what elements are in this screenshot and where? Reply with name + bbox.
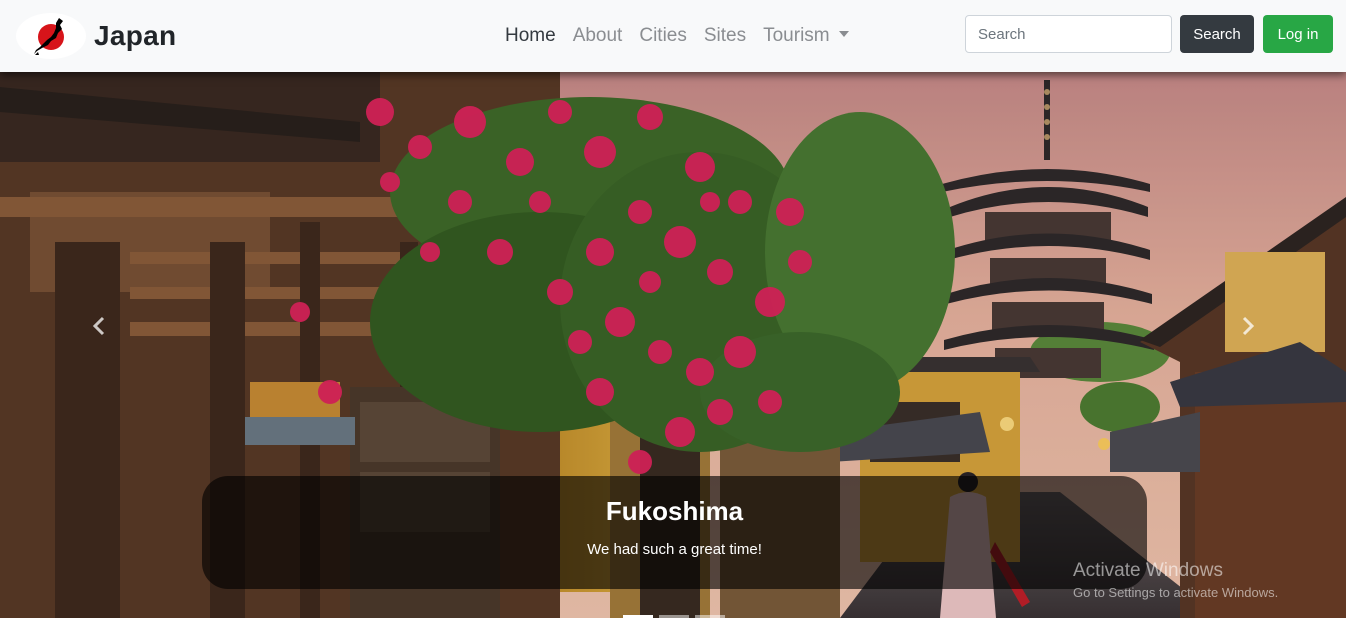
nav-tourism-dropdown[interactable]: Tourism	[763, 25, 849, 47]
caret-down-icon	[838, 31, 849, 37]
search-button[interactable]: Search	[1180, 15, 1254, 53]
nav-tourism-label: Tourism	[763, 25, 830, 46]
japan-map-flag-icon[interactable]	[16, 13, 86, 59]
chevron-right-icon	[1242, 316, 1255, 336]
navbar: Japan Home About Cities Sites Tourism Se…	[0, 0, 1346, 72]
nav-sites[interactable]: Sites	[704, 25, 746, 47]
watermark-title: Activate Windows	[1073, 560, 1223, 581]
chevron-left-icon	[92, 316, 105, 336]
watermark-subtitle: Go to Settings to activate Windows.	[1073, 585, 1279, 600]
nav-about[interactable]: About	[573, 25, 623, 47]
caption-text: We had such a great time!	[587, 541, 762, 558]
nav-home[interactable]: Home	[505, 25, 556, 47]
brand-name[interactable]: Japan	[94, 20, 176, 52]
search-input[interactable]	[965, 15, 1172, 53]
nav-cities[interactable]: Cities	[639, 25, 687, 47]
brand[interactable]: Japan	[16, 13, 176, 59]
carousel-prev-button[interactable]	[80, 306, 120, 346]
carousel-next-button[interactable]	[1227, 306, 1267, 346]
caption-title: Fukoshima	[605, 496, 744, 526]
carousel-caption: Fukoshima We had such a great time!	[202, 476, 1147, 589]
windows-activation-watermark: Activate Windows Go to Settings to activ…	[1073, 560, 1278, 600]
hero-carousel: Fukoshima We had such a great time! Acti…	[0, 72, 1346, 618]
login-button[interactable]: Log in	[1263, 15, 1333, 53]
main-nav: Home About Cities Sites Tourism	[505, 0, 866, 72]
